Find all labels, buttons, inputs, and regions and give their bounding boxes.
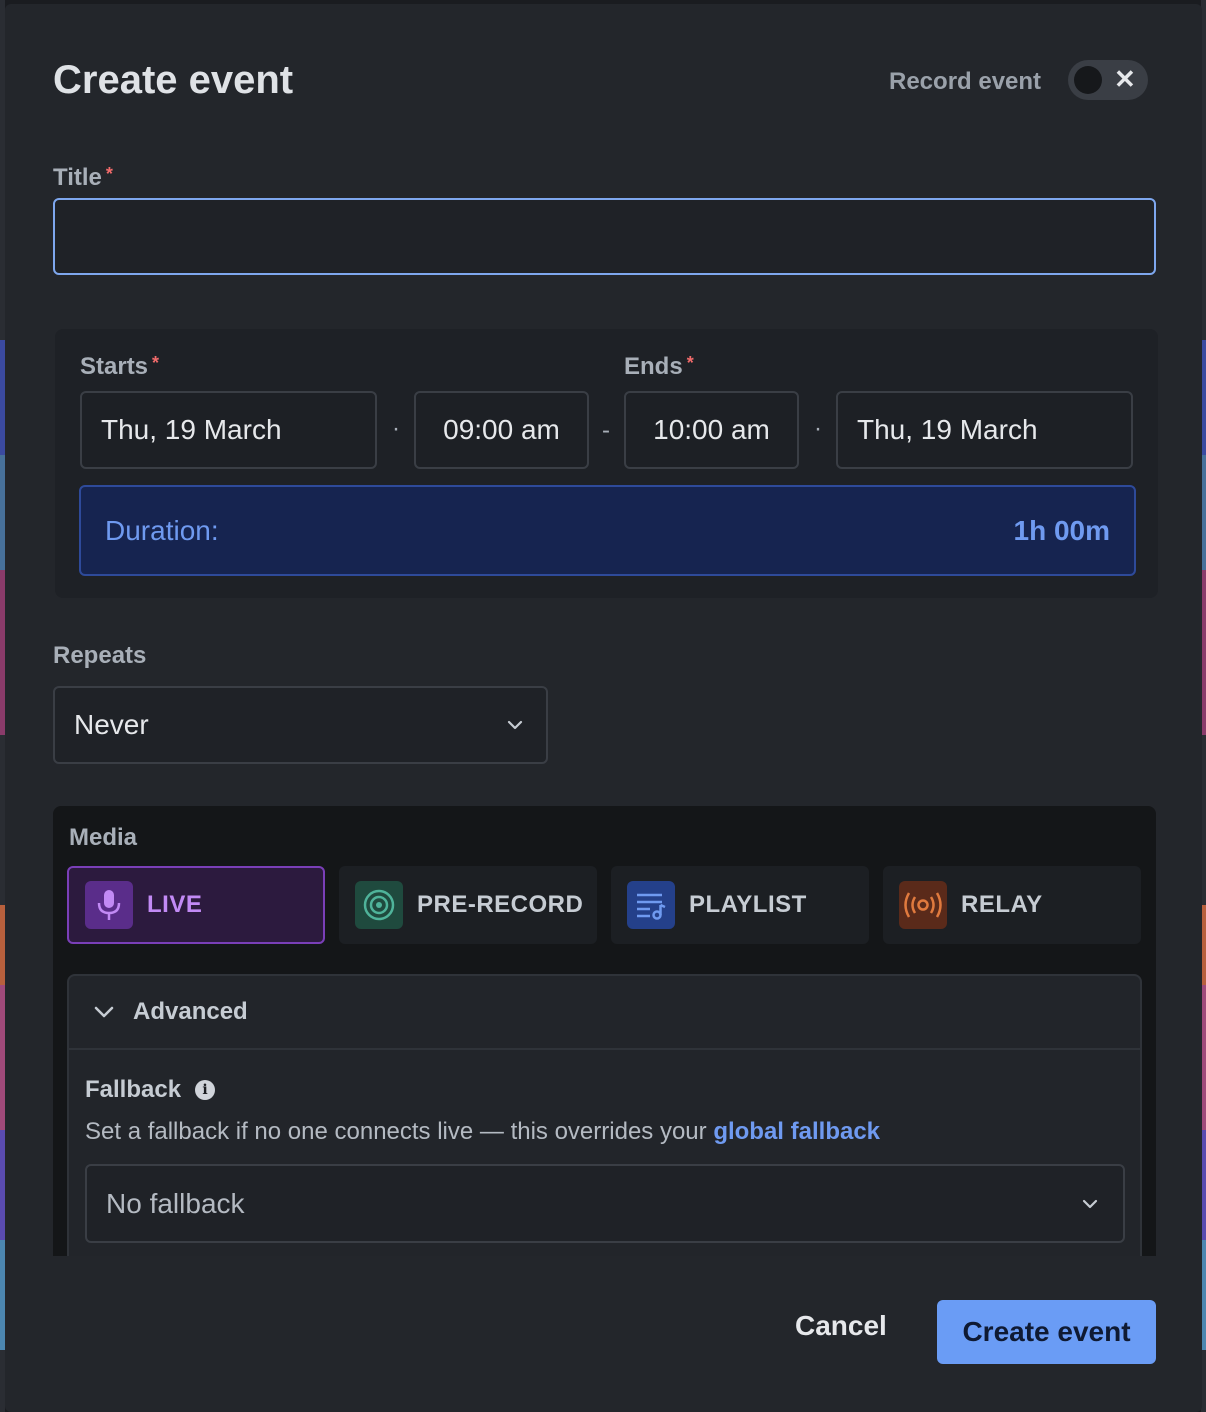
separator-dash: -	[602, 417, 610, 444]
fallback-description-text: Set a fallback if no one connects live —…	[85, 1118, 714, 1145]
schedule-panel: Starts * Ends * Thu, 19 March · 09:00 am -…	[55, 329, 1158, 598]
fallback-description: Set a fallback if no one connects live —…	[85, 1118, 880, 1146]
fallback-title-text: Fallback	[85, 1076, 182, 1103]
create-event-modal: Create event Record event ✕ Title * Start…	[5, 4, 1202, 1412]
end-date-field[interactable]: Thu, 19 March	[836, 391, 1133, 469]
ends-label: Ends *	[624, 353, 694, 381]
media-option-pre-record[interactable]: PRE-RECORD	[339, 866, 597, 944]
toggle-knob	[1074, 66, 1102, 94]
modal-title: Create event	[53, 58, 294, 102]
required-mark: *	[105, 164, 113, 184]
required-mark: *	[152, 353, 160, 373]
media-label: Media	[69, 824, 138, 851]
advanced-section: Advanced Fallback i Set a fallback if no…	[67, 974, 1142, 1256]
broadcast-icon	[899, 881, 947, 929]
end-time-field[interactable]: 10:00 am	[624, 391, 799, 469]
separator-dot: ·	[392, 415, 400, 442]
media-option-label: PRE-RECORD	[417, 891, 584, 918]
start-date-field[interactable]: Thu, 19 March	[80, 391, 377, 469]
title-label-text: Title	[53, 164, 102, 191]
fallback-title: Fallback i	[85, 1076, 216, 1104]
chevron-down-icon	[507, 720, 523, 730]
duration-value: 1h 00m	[1013, 514, 1111, 546]
fallback-select[interactable]: No fallback	[85, 1164, 1125, 1243]
repeats-label: Repeats	[53, 642, 147, 669]
media-option-label: PLAYLIST	[689, 891, 807, 918]
cancel-button[interactable]: Cancel	[795, 1310, 887, 1342]
media-option-live[interactable]: LIVE	[67, 866, 325, 944]
title-input[interactable]	[53, 198, 1156, 275]
starts-label-text: Starts	[80, 353, 149, 380]
starts-label: Starts *	[80, 353, 159, 381]
duration-banner: Duration: 1h 00m	[79, 485, 1136, 576]
global-fallback-link[interactable]: global fallback	[713, 1118, 880, 1145]
repeats-select[interactable]: Never	[53, 686, 548, 764]
disc-icon	[355, 881, 403, 929]
media-option-playlist[interactable]: PLAYLIST	[611, 866, 869, 944]
chevron-down-icon	[94, 1006, 114, 1018]
duration-label: Duration:	[105, 514, 219, 546]
repeats-value: Never	[74, 709, 149, 740]
title-label: Title *	[53, 164, 113, 192]
advanced-label: Advanced	[133, 998, 248, 1025]
playlist-icon	[627, 881, 675, 929]
record-event-label: Record event	[889, 68, 1042, 95]
media-option-relay[interactable]: RELAY	[883, 866, 1141, 944]
fallback-value: No fallback	[106, 1187, 245, 1219]
separator-dot: ·	[814, 415, 822, 442]
record-event-toggle[interactable]: ✕	[1068, 60, 1148, 100]
media-option-label: RELAY	[961, 891, 1043, 918]
microphone-icon	[85, 881, 133, 929]
close-icon: ✕	[1114, 64, 1136, 94]
advanced-header[interactable]: Advanced	[69, 976, 1140, 1050]
media-option-label: LIVE	[147, 891, 203, 918]
create-event-button[interactable]: Create event	[937, 1300, 1156, 1364]
info-icon[interactable]: i	[195, 1080, 216, 1100]
ends-label-text: Ends	[624, 353, 683, 380]
start-time-field[interactable]: 09:00 am	[414, 391, 589, 469]
required-mark: *	[686, 353, 694, 373]
chevron-down-icon	[1082, 1199, 1098, 1208]
media-panel: Media LIVE PRE-RECORD PLAYLIST RELAY Adv…	[53, 806, 1156, 1256]
